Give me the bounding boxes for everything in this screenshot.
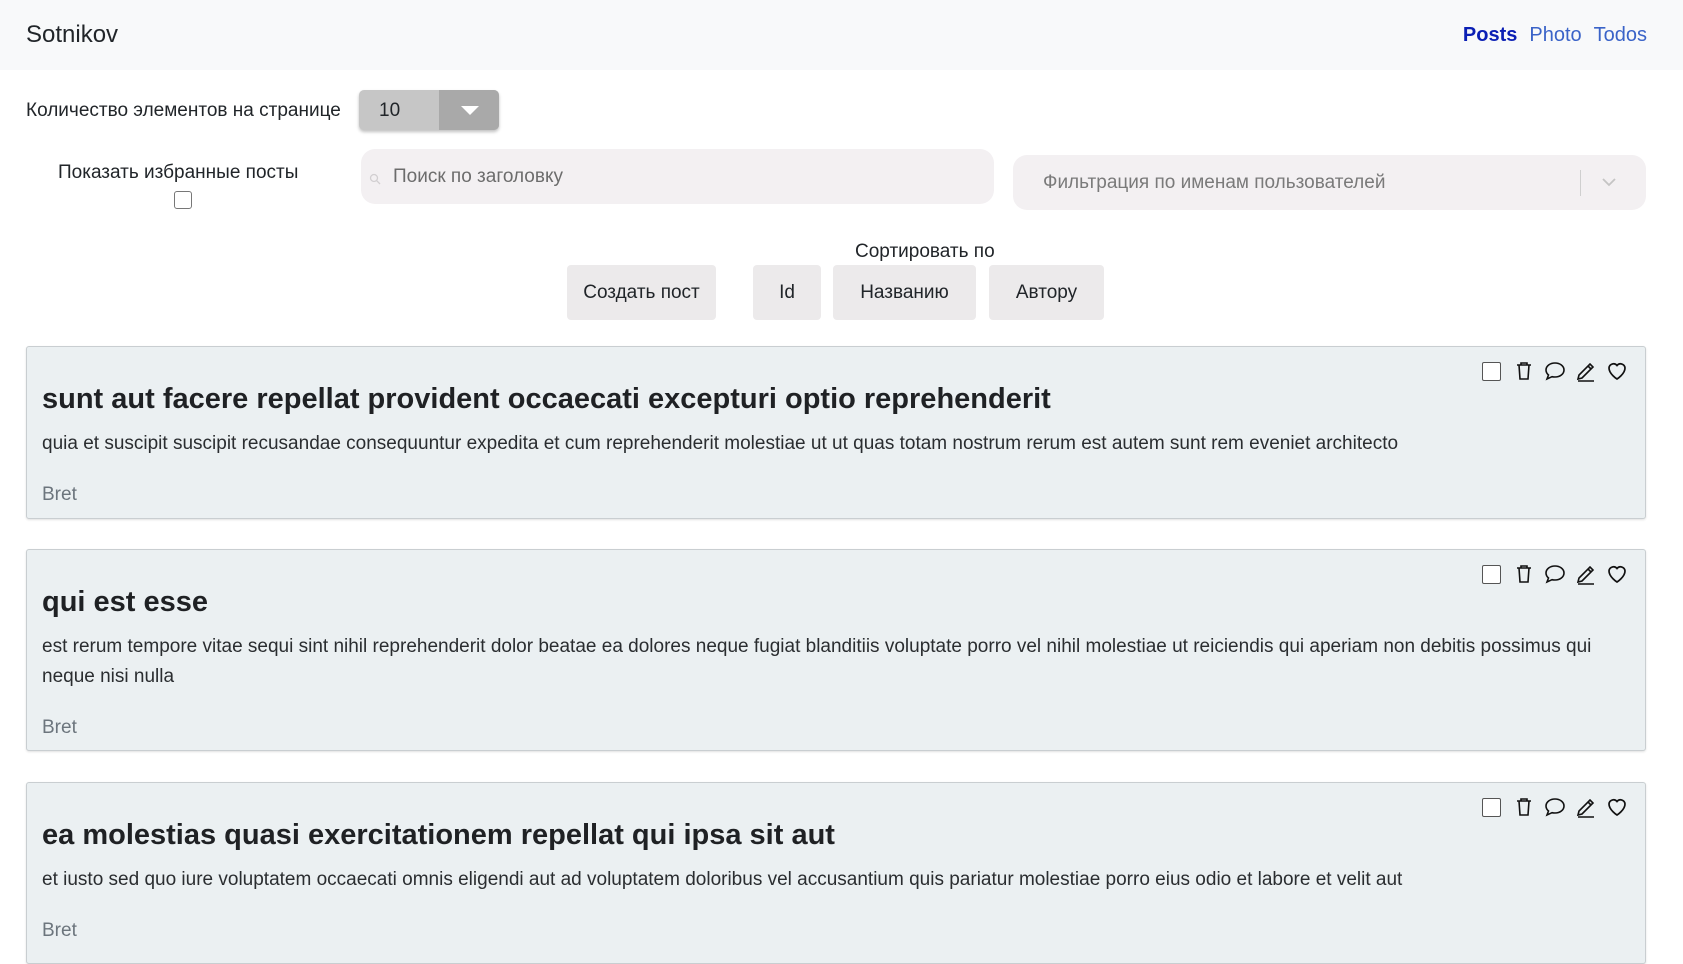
user-filter-placeholder: Фильтрация по именам пользователей (1043, 172, 1386, 193)
create-post-button[interactable]: Создать пост (567, 265, 716, 320)
nav-link-todos[interactable]: Todos (1594, 24, 1647, 47)
post-card: sunt aut facere repellat provident occae… (26, 346, 1646, 519)
nav-links: Posts Photo Todos (1463, 24, 1647, 47)
post-actions (1482, 562, 1629, 586)
nav-link-photo[interactable]: Photo (1529, 24, 1581, 47)
dropdown-arrow-icon[interactable] (439, 90, 499, 130)
edit-icon[interactable] (1574, 795, 1598, 819)
edit-icon[interactable] (1574, 359, 1598, 383)
heart-icon[interactable] (1605, 359, 1629, 383)
heart-icon[interactable] (1605, 562, 1629, 586)
sort-by-id-button[interactable]: Id (753, 265, 821, 320)
heart-icon[interactable] (1605, 795, 1629, 819)
nav-link-posts[interactable]: Posts (1463, 24, 1517, 47)
post-author: Bret (42, 920, 77, 941)
select-post-checkbox[interactable] (1482, 797, 1501, 817)
post-card: qui est esse est rerum tempore vitae seq… (26, 549, 1646, 751)
post-actions (1482, 359, 1629, 383)
sort-label: Сортировать по (855, 241, 995, 262)
trash-icon[interactable] (1512, 795, 1536, 819)
favorites-checkbox[interactable] (174, 191, 192, 209)
trash-icon[interactable] (1512, 562, 1536, 586)
search-input[interactable]: Поиск по заголовку (361, 149, 994, 204)
select-post-checkbox[interactable] (1482, 564, 1501, 584)
post-card: ea molestias quasi exercitationem repell… (26, 782, 1646, 964)
select-post-checkbox[interactable] (1482, 361, 1501, 381)
post-body: et iusto sed quo iure voluptatem occaeca… (42, 869, 1403, 890)
trash-icon[interactable] (1512, 359, 1536, 383)
post-title: sunt aut facere repellat provident occae… (42, 383, 1051, 415)
post-title: qui est esse (42, 586, 209, 618)
chevron-down-icon[interactable] (1601, 174, 1617, 190)
post-actions (1482, 795, 1629, 819)
sort-by-author-button[interactable]: Автору (989, 265, 1104, 320)
search-icon (369, 173, 381, 185)
per-page-label: Количество элементов на странице (26, 100, 341, 121)
user-filter-select[interactable]: Фильтрация по именам пользователей (1013, 155, 1646, 210)
favorites-label: Показать избранные посты (58, 162, 299, 183)
post-body: est rerum tempore vitae sequi sint nihil… (42, 636, 1592, 687)
navbar: Sotnikov Posts Photo Todos (0, 0, 1683, 70)
separator (1580, 170, 1581, 196)
search-placeholder: Поиск по заголовку (393, 166, 563, 187)
per-page-select[interactable]: 10 (359, 90, 499, 130)
sort-by-title-button[interactable]: Названию (833, 265, 976, 320)
comment-icon[interactable] (1543, 359, 1567, 383)
comment-icon[interactable] (1543, 795, 1567, 819)
post-body: quia et suscipit suscipit recusandae con… (42, 433, 1399, 454)
per-page-value: 10 (379, 100, 401, 121)
edit-icon[interactable] (1574, 562, 1598, 586)
brand-title[interactable]: Sotnikov (26, 21, 118, 49)
post-author: Bret (42, 717, 77, 738)
post-author: Bret (42, 484, 77, 505)
comment-icon[interactable] (1543, 562, 1567, 586)
post-title: ea molestias quasi exercitationem repell… (42, 819, 835, 851)
